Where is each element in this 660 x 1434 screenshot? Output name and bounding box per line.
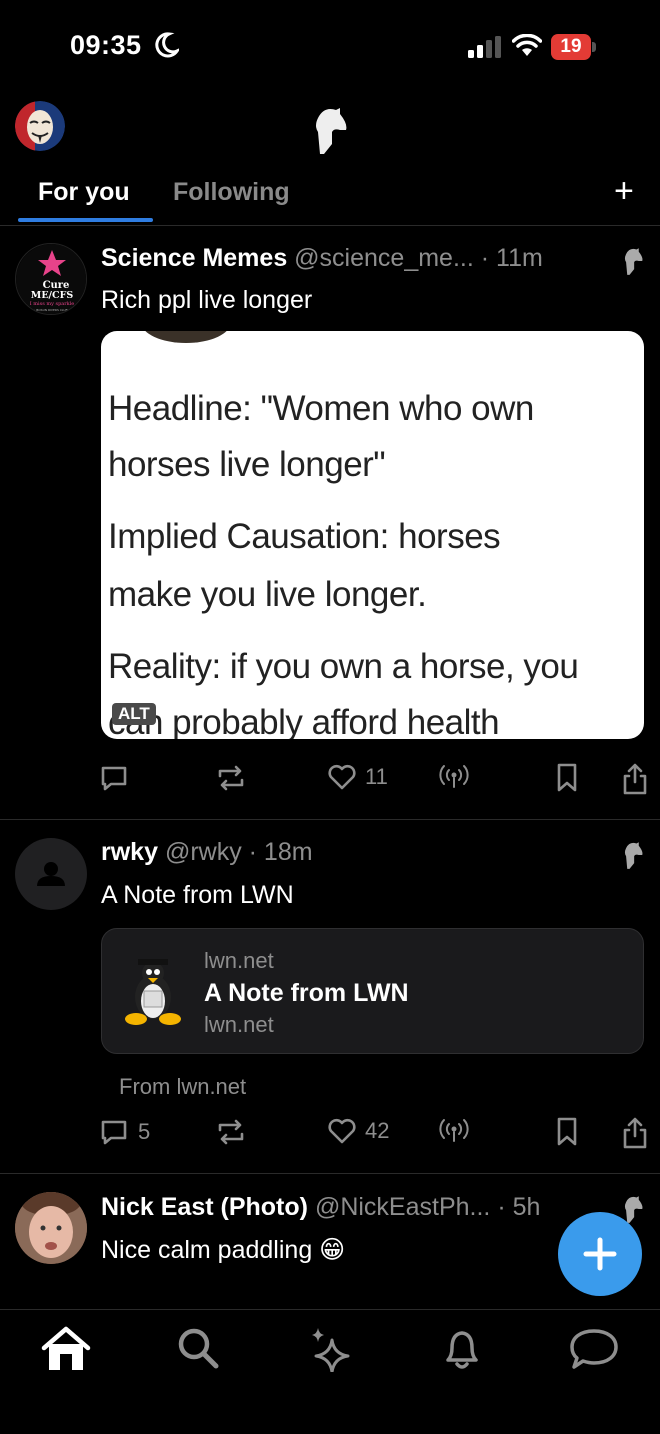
repost-button[interactable] xyxy=(214,1116,248,1148)
like-button[interactable]: 11 xyxy=(327,762,388,792)
reply-button[interactable]: 5 xyxy=(98,1116,150,1148)
author-name[interactable]: Science Memes xyxy=(101,244,287,272)
like-count: 11 xyxy=(365,764,388,789)
tux-penguin-icon xyxy=(125,959,181,1025)
repost-icon xyxy=(218,765,244,791)
post-text: Rich ppl live longer xyxy=(101,286,313,314)
reply-icon xyxy=(101,1120,127,1145)
home-icon[interactable] xyxy=(40,1326,92,1374)
link-title: A Note from LWN xyxy=(204,979,409,1007)
bookmark-icon xyxy=(557,763,577,792)
post-time: · 11m xyxy=(480,244,543,272)
avatar[interactable]: Cure ME/CFS I miss my sparkle • BOSUN RI… xyxy=(15,243,87,315)
default-user-icon xyxy=(37,862,65,886)
compose-button[interactable] xyxy=(558,1212,642,1296)
author-handle[interactable]: @NickEastPh... xyxy=(315,1193,490,1221)
status-time: 09:35 xyxy=(70,30,142,60)
active-tab-indicator xyxy=(18,218,153,222)
share-button[interactable] xyxy=(620,1116,650,1150)
link-url: lwn.net xyxy=(204,1012,274,1037)
broadcast-icon xyxy=(439,765,469,788)
post-science-memes[interactable]: Cure ME/CFS I miss my sparkle • BOSUN RI… xyxy=(0,226,660,820)
avatar[interactable] xyxy=(15,838,87,910)
tab-following[interactable]: Following xyxy=(173,178,290,207)
author-handle[interactable]: @rwky xyxy=(165,838,242,866)
image-text-line: Reality: if you own a horse, you xyxy=(108,647,579,686)
mask-avatar-icon xyxy=(15,101,65,151)
image-text-line: horses live longer" xyxy=(108,445,386,484)
link-card[interactable]: lwn.net A Note from LWN lwn.net xyxy=(101,928,644,1054)
post-text: Nice calm paddling 😁 xyxy=(101,1236,346,1264)
reply-count: 5 xyxy=(138,1119,151,1144)
alt-text-badge[interactable]: ALT xyxy=(112,703,156,725)
wifi-icon xyxy=(512,34,542,56)
post-rwky[interactable]: rwky @rwky · 18m A Note from LWN lwn.net… xyxy=(0,820,660,1174)
post-time: · 18m xyxy=(248,838,313,866)
broadcast-icon xyxy=(439,1119,469,1142)
plus-icon xyxy=(583,1237,617,1271)
bottom-nav xyxy=(0,1309,660,1434)
battery-indicator: 19 xyxy=(551,34,596,60)
sparkle-icon[interactable] xyxy=(308,1326,352,1372)
image-text-line: can probably afford health xyxy=(108,703,500,739)
post-meta: rwky @rwky · 18m xyxy=(101,838,313,867)
avatar-text-3: I miss my sparkle xyxy=(30,301,75,307)
horse-logo-icon[interactable] xyxy=(310,104,350,156)
share-button[interactable] xyxy=(620,762,650,796)
bookmark-button[interactable] xyxy=(553,1116,581,1148)
post-time: · 5h xyxy=(497,1193,541,1221)
image-text-line: Implied Causation: horses xyxy=(108,517,501,556)
post-image[interactable]: Headline: "Women who own horses live lon… xyxy=(101,331,644,739)
like-button[interactable]: 42 xyxy=(327,1116,389,1146)
bell-icon[interactable] xyxy=(440,1326,484,1372)
chat-icon[interactable] xyxy=(568,1326,620,1372)
app-header: For you Following + xyxy=(0,96,660,226)
add-feed-button[interactable]: + xyxy=(614,174,634,208)
image-text-line: Headline: "Women who own xyxy=(108,389,534,428)
search-icon[interactable] xyxy=(176,1326,220,1370)
feed-tabs: For you Following + xyxy=(0,168,660,226)
avatar-text-2: ME/CFS xyxy=(31,290,74,301)
repost-button[interactable] xyxy=(214,762,248,794)
tab-for-you[interactable]: For you xyxy=(38,178,130,207)
share-icon xyxy=(623,763,647,795)
reply-icon xyxy=(101,766,127,791)
link-source[interactable]: From lwn.net xyxy=(119,1074,246,1100)
photo-avatar xyxy=(15,1192,87,1264)
heart-icon xyxy=(328,1118,356,1144)
bookmark-icon xyxy=(557,1117,577,1146)
bookmark-button[interactable] xyxy=(553,762,581,794)
image-text-line: make you live longer. xyxy=(108,575,427,614)
cure-mecfs-avatar-icon: Cure ME/CFS I miss my sparkle • BOSUN RI… xyxy=(16,244,86,314)
post-text: A Note from LWN xyxy=(101,881,294,909)
like-count: 42 xyxy=(365,1118,390,1143)
status-bar: 09:35 19 xyxy=(0,0,660,96)
battery-level: 19 xyxy=(560,36,582,57)
author-name[interactable]: Nick East (Photo) xyxy=(101,1193,308,1221)
horse-badge-icon xyxy=(624,842,643,869)
repost-icon xyxy=(218,1119,244,1145)
moon-icon xyxy=(155,32,179,58)
broadcast-button[interactable] xyxy=(438,762,470,792)
post-actions: 11 xyxy=(98,762,653,798)
avatar[interactable] xyxy=(15,1192,87,1264)
author-handle[interactable]: @science_me... xyxy=(294,244,474,272)
post-actions: 5 42 xyxy=(98,1116,653,1152)
avatar-text-4: • BOSUN RIVERS CLUB • xyxy=(34,308,71,312)
share-icon xyxy=(623,1117,647,1149)
image-cropped-avatar xyxy=(141,331,231,343)
link-domain: lwn.net xyxy=(204,948,274,973)
profile-avatar[interactable] xyxy=(15,101,65,151)
horse-badge-icon xyxy=(624,248,643,275)
heart-icon xyxy=(328,764,356,790)
post-meta: Science Memes @science_me... · 11m xyxy=(101,244,543,273)
signal-icon xyxy=(468,36,501,58)
broadcast-button[interactable] xyxy=(438,1116,470,1146)
reply-button[interactable] xyxy=(98,762,130,794)
post-meta: Nick East (Photo) @NickEastPh... · 5h xyxy=(101,1193,540,1222)
author-name[interactable]: rwky xyxy=(101,838,158,866)
